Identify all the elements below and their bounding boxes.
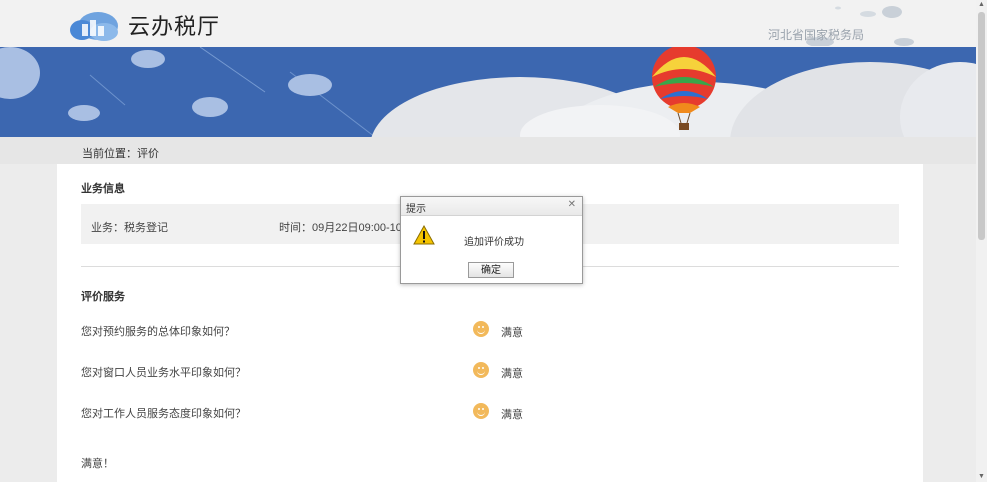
business-info-title: 业务信息: [81, 183, 125, 195]
question-overall: 您对预约服务的总体印象如何？: [81, 326, 235, 338]
smile-face-icon[interactable]: [473, 321, 489, 337]
scroll-thumb[interactable]: [978, 12, 985, 240]
top-header: 云办税厅 河北省国家税务局: [0, 0, 976, 47]
scroll-up-icon[interactable]: ▲: [976, 0, 987, 10]
site-title: 云办税厅: [128, 14, 221, 39]
business-type: 业务：税务登记: [91, 222, 168, 234]
vertical-scrollbar[interactable]: ▲ ▼: [976, 0, 987, 482]
cloud-tax-logo-icon: [70, 12, 118, 41]
question-window-staff: 您对窗口人员业务水平印象如何？: [81, 367, 246, 379]
comment-text: 满意！: [81, 458, 114, 470]
banner-illustration: [0, 47, 976, 137]
rating-overall: 满意: [501, 327, 523, 339]
smile-face-icon[interactable]: [473, 403, 489, 419]
question-staff-attitude: 您对工作人员服务态度印象如何？: [81, 408, 246, 420]
close-icon[interactable]: ✕: [568, 199, 576, 210]
agency-name: 河北省国家税务局: [767, 28, 864, 42]
business-time: 时间：09月22日09:00-10:00: [279, 222, 418, 234]
ok-button[interactable]: 确定: [468, 262, 514, 278]
dialog-message: 追加评价成功: [464, 237, 524, 248]
rating-window-staff: 满意: [501, 368, 523, 380]
smile-face-icon[interactable]: [473, 362, 489, 378]
evaluation-title: 评价服务: [81, 291, 125, 303]
breadcrumb-bar: 当前位置：评价: [0, 137, 976, 164]
alert-dialog: 提示 ✕ 追加评价成功 确定: [400, 196, 583, 284]
scroll-down-icon[interactable]: ▼: [976, 472, 987, 482]
rating-staff-attitude: 满意: [501, 409, 523, 421]
dialog-title: 提示: [406, 204, 426, 215]
dialog-header: 提示 ✕: [401, 197, 582, 216]
breadcrumb: 当前位置：评价: [82, 148, 159, 160]
warning-icon: [413, 225, 435, 245]
banner: [0, 47, 976, 137]
